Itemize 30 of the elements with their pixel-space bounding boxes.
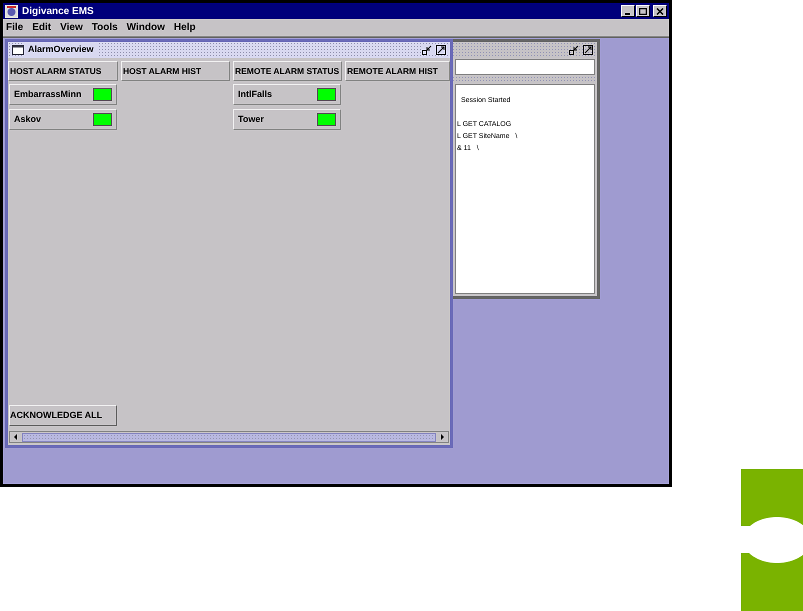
alarm-site-button[interactable]: Askov [9, 109, 117, 130]
window-title: Digivance EMS [22, 4, 94, 18]
column-header[interactable]: HOST ALARM HIST [121, 61, 230, 81]
column-header[interactable]: HOST ALARM STATUS [8, 61, 118, 81]
menu-item[interactable]: Window [126, 20, 165, 35]
close-button[interactable] [653, 5, 667, 17]
window-icon [12, 45, 24, 55]
minimize-icon[interactable] [422, 45, 432, 55]
alarm-site-button[interactable]: IntlFalls [233, 84, 341, 105]
menu-item[interactable]: View [60, 20, 83, 35]
app-icon [5, 4, 18, 18]
acknowledge-all-button[interactable]: ACKNOWLEDGE ALL [9, 405, 117, 426]
menu-item[interactable]: Help [174, 20, 196, 35]
frame-title: AlarmOverview [24, 43, 98, 57]
column-header[interactable]: REMOTE ALARM HIST [345, 61, 450, 81]
minimize-button[interactable] [621, 5, 635, 17]
minimize-icon[interactable] [569, 45, 579, 55]
alarm-site-button[interactable]: Tower [233, 109, 341, 130]
menu-item[interactable]: Tools [92, 20, 118, 35]
maximize-icon[interactable] [583, 45, 593, 55]
alarm-site-button[interactable]: EmbarrassMinn [9, 84, 117, 105]
horizontal-scrollbar[interactable] [9, 431, 449, 443]
close-icon [656, 8, 664, 14]
command-field[interactable] [455, 59, 595, 75]
column-header[interactable]: REMOTE ALARM STATUS [233, 61, 342, 81]
menu-item[interactable]: Edit [32, 20, 52, 35]
maximize-icon [639, 8, 647, 14]
menu-item[interactable]: File [6, 20, 24, 35]
maximize-icon[interactable] [436, 45, 446, 55]
maximize-button[interactable] [636, 5, 650, 17]
